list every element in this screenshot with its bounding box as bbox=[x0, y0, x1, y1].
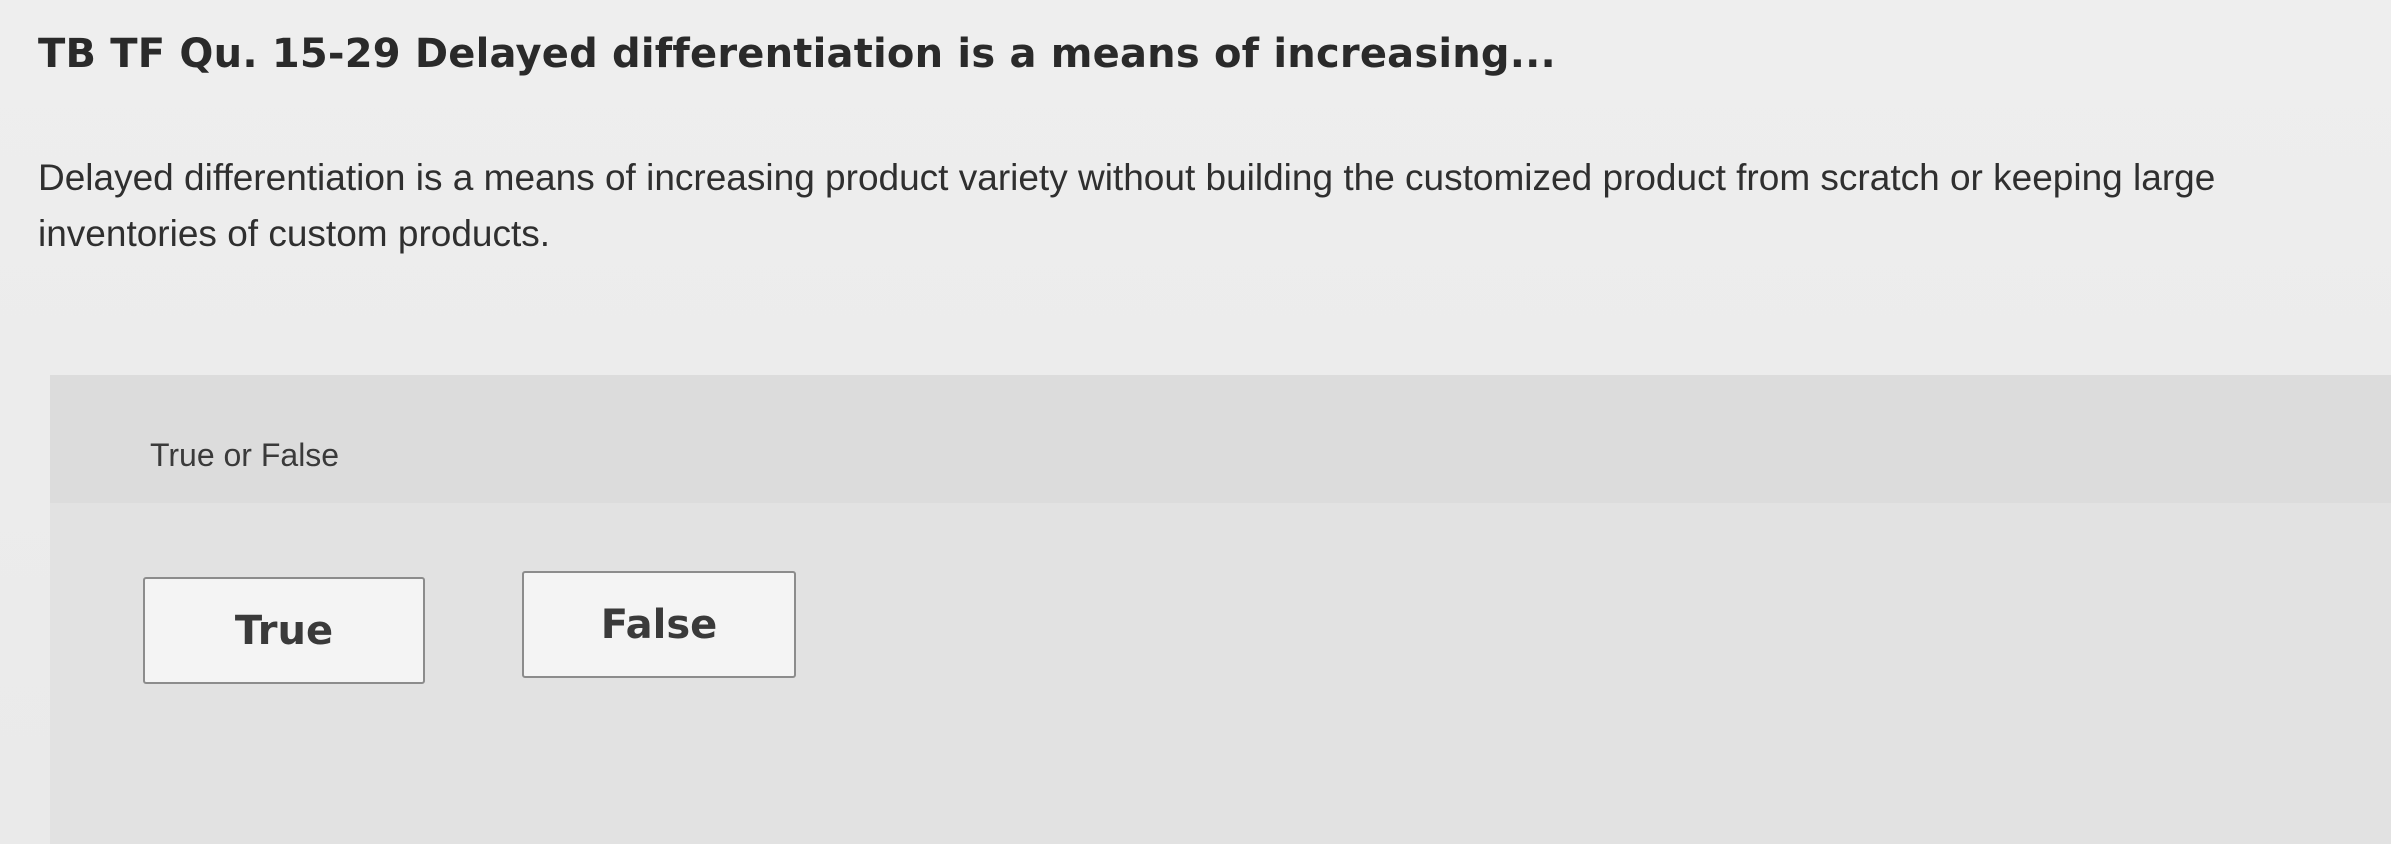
question-title: TB TF Qu. 15-29 Delayed differentiation … bbox=[38, 31, 1556, 77]
question-text: Delayed differentiation is a means of in… bbox=[38, 157, 2216, 254]
true-or-false-label: True or False bbox=[150, 437, 340, 473]
question-page: TB TF Qu. 15-29 Delayed differentiation … bbox=[0, 0, 2391, 844]
true-button[interactable]: True bbox=[143, 577, 425, 684]
answer-panel-header: True or False bbox=[50, 375, 2391, 503]
answer-panel: True or False True False bbox=[50, 375, 2391, 844]
false-button[interactable]: False bbox=[522, 571, 796, 678]
